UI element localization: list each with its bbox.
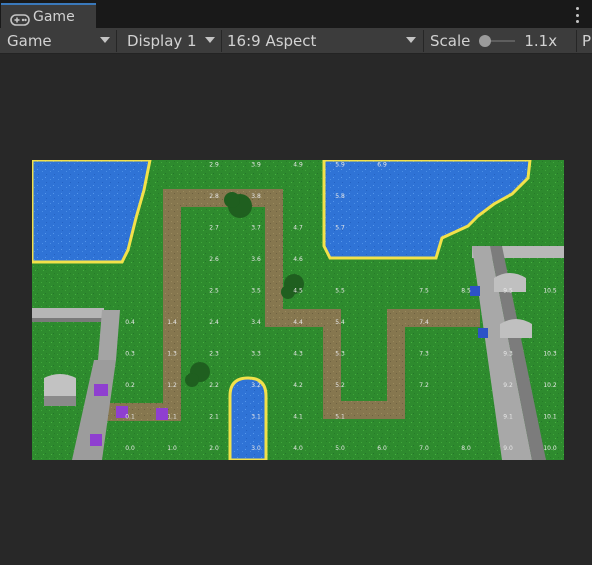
display-dropdown[interactable]: Display 1 xyxy=(117,28,221,53)
grid-coordinate-label: 2.2 xyxy=(209,382,219,389)
grid-coordinate-label: 7.2 xyxy=(419,382,429,389)
grid-coordinate-label: 3.8 xyxy=(251,193,261,200)
scale-label: Scale xyxy=(430,31,471,50)
dropdown-arrow-icon xyxy=(100,37,110,43)
grid-coordinate-label: 2.3 xyxy=(209,351,219,358)
game-mode-label: Game xyxy=(7,31,52,50)
kebab-menu-icon[interactable] xyxy=(574,7,580,23)
grid-coordinate-label: 10.5 xyxy=(543,288,557,295)
game-toolbar: Game Display 1 16:9 Aspect Scale 1.1x P xyxy=(0,28,592,54)
tab-title: Game xyxy=(33,8,75,25)
grid-coordinate-label: 7.4 xyxy=(419,319,429,326)
grid-coordinate-label: 8.0 xyxy=(461,445,471,452)
grid-coordinate-label: 0.4 xyxy=(125,319,135,326)
toolbar-divider xyxy=(576,30,577,52)
grid-coordinate-label: 6.9 xyxy=(377,162,387,169)
grid-coordinate-label: 3.4 xyxy=(251,319,261,326)
grid-coordinate-label: 5.0 xyxy=(335,445,345,452)
gamepad-icon xyxy=(10,11,30,26)
play-options-label: P xyxy=(582,31,592,50)
grid-coordinate-label: 1.4 xyxy=(167,319,177,326)
grid-coordinate-label: 4.7 xyxy=(293,225,303,232)
aspect-dropdown[interactable]: 16:9 Aspect xyxy=(222,28,422,53)
scale-slider[interactable] xyxy=(479,34,516,47)
grid-coordinate-label: 8.5 xyxy=(461,288,471,295)
grid-coordinate-label: 3.3 xyxy=(251,351,261,358)
dropdown-arrow-icon xyxy=(205,37,215,43)
grid-coordinate-label: 0.2 xyxy=(125,382,135,389)
grid-coordinate-label: 5.5 xyxy=(335,288,345,295)
grid-coordinate-label: 9.1 xyxy=(503,414,513,421)
play-options-dropdown[interactable]: P xyxy=(578,28,591,53)
dropdown-arrow-icon xyxy=(406,37,416,43)
grid-coordinate-label: 4.4 xyxy=(293,319,303,326)
grid-coordinate-label: 0.1 xyxy=(125,414,135,421)
grid-coordinate-label: 7.3 xyxy=(419,351,429,358)
grid-coordinate-label: 5.7 xyxy=(335,225,345,232)
grid-coordinate-label: 2.8 xyxy=(209,193,219,200)
grid-coordinate-label: 3.0 xyxy=(251,445,261,452)
grid-coordinate-label: 4.9 xyxy=(293,162,303,169)
grid-coordinate-label: 3.7 xyxy=(251,225,261,232)
grid-coordinate-label: 1.2 xyxy=(167,382,177,389)
grid-coordinate-label: 3.1 xyxy=(251,414,261,421)
grid-coordinate-label: 0.0 xyxy=(125,445,135,452)
grid-coordinate-label: 7.0 xyxy=(419,445,429,452)
grid-coordinate-label: 5.8 xyxy=(335,193,345,200)
grid-coordinate-label: 5.3 xyxy=(335,351,345,358)
grid-coordinate-label: 2.6 xyxy=(209,256,219,263)
display-label: Display 1 xyxy=(127,31,197,50)
scale-slider-thumb[interactable] xyxy=(479,34,492,47)
grid-coordinate-label: 1.0 xyxy=(167,445,177,452)
grid-coordinate-label: 2.0 xyxy=(209,445,219,452)
grid-coordinate-label: 4.2 xyxy=(293,382,303,389)
grid-coordinate-label: 5.4 xyxy=(335,319,345,326)
aspect-label: 16:9 Aspect xyxy=(227,31,317,50)
grid-coordinate-label: 5.2 xyxy=(335,382,345,389)
grid-coordinate-label: 4.1 xyxy=(293,414,303,421)
scale-value: 1.1x xyxy=(524,31,558,50)
grid-coordinate-label: 9.5 xyxy=(503,288,513,295)
grid-coordinate-label: 4.5 xyxy=(293,288,303,295)
grid-coordinate-label: 4.3 xyxy=(293,351,303,358)
grid-coordinate-label: 10.0 xyxy=(543,445,557,452)
grid-coordinate-label: 3.6 xyxy=(251,256,261,263)
game-scene: 0.0 1.0 2.0 3.0 4.0 5.0 6.0 7.0 8.0 9.0 10.0 0.1 1.1… xyxy=(32,160,564,460)
tab-bar: Game xyxy=(0,0,592,28)
grid-coordinate-label: 6.0 xyxy=(377,445,387,452)
grid-coordinate-label: 7.5 xyxy=(419,288,429,295)
grid-coordinate-label: 9.0 xyxy=(503,445,513,452)
grid-coordinate-label: 2.4 xyxy=(209,319,219,326)
scale-control: Scale 1.1x xyxy=(424,28,574,53)
grid-coordinate-label: 4.6 xyxy=(293,256,303,263)
grid-coordinate-label: 1.3 xyxy=(167,351,177,358)
game-mode-dropdown[interactable]: Game xyxy=(0,28,116,53)
grid-coordinate-label: 10.3 xyxy=(543,351,557,358)
grid-coordinate-label: 2.1 xyxy=(209,414,219,421)
grid-coordinate-label: 2.7 xyxy=(209,225,219,232)
grid-coordinate-label: 4.0 xyxy=(293,445,303,452)
grid-coordinate-label: 3.2 xyxy=(251,382,261,389)
grid-coordinate-label: 10.2 xyxy=(543,382,557,389)
grid-coordinate-label: 2.5 xyxy=(209,288,219,295)
tab-game[interactable]: Game xyxy=(1,3,96,28)
grid-coordinate-label: 3.9 xyxy=(251,162,261,169)
grid-coordinate-label: 5.9 xyxy=(335,162,345,169)
grid-coordinate-label: 10.1 xyxy=(543,414,557,421)
grid-coordinate-label: 9.3 xyxy=(503,351,513,358)
grid-coordinate-label: 5.1 xyxy=(335,414,345,421)
grid-coordinate-label: 2.9 xyxy=(209,162,219,169)
grid-coordinate-label: 9.2 xyxy=(503,382,513,389)
grid-coordinate-label: 3.5 xyxy=(251,288,261,295)
grid-coordinate-label: 0.3 xyxy=(125,351,135,358)
game-viewport[interactable]: 0.0 1.0 2.0 3.0 4.0 5.0 6.0 7.0 8.0 9.0 10.0 0.1 1.1… xyxy=(32,160,564,460)
grid-coordinate-label: 1.1 xyxy=(167,414,177,421)
